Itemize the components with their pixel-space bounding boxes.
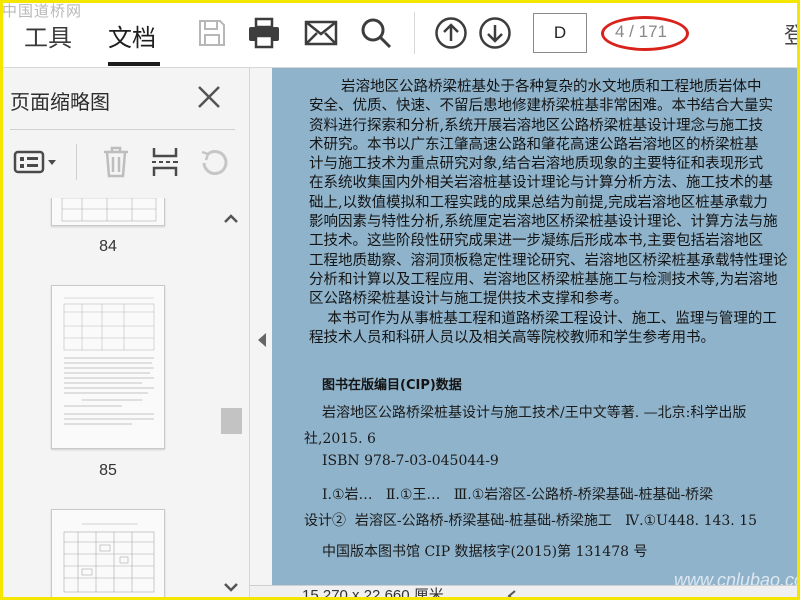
- thumbnail-page-number: 84: [99, 238, 117, 255]
- cip-line: 岩溶地区公路桥梁桩基设计与施工技术/王中文等著. —北京:科学出版: [322, 405, 747, 421]
- text-line: 资料进行探索和分析,系统开展岩溶地区公路桥梁桩基设计理念与施工技: [309, 117, 764, 134]
- arrow-down-icon[interactable]: [477, 15, 513, 51]
- collapse-sidebar-icon[interactable]: [255, 330, 269, 350]
- text-line: 工程地质勘察、溶洞顶板稳定性理论研究、岩溶地区桥梁桩基承载特性理论: [309, 252, 788, 269]
- scroll-down-arrow[interactable]: [222, 578, 240, 596]
- sidebar-scrollbar-thumb[interactable]: [221, 408, 242, 434]
- page-watermark: www.cnlubao.com: [674, 570, 800, 585]
- top-toolbar: 中国道桥网 工具 文档 D 4 / 171 登: [0, 0, 800, 68]
- thumbnail-page-86[interactable]: [51, 509, 165, 600]
- page-number-input[interactable]: D: [533, 13, 587, 53]
- tab-document[interactable]: 文档: [108, 18, 156, 53]
- sidebar-tools-divider: [76, 144, 77, 180]
- cip-line: 设计② 岩溶区-公路桥-桥梁基础-桩基础-桥梁施工 Ⅳ.①U448. 143. …: [304, 513, 758, 529]
- body-paragraph: 岩溶地区公路桥梁桩基处于各种复杂的水文地质和工程地质岩体中 安全、优质、快速、不…: [285, 78, 800, 348]
- insert-page-icon[interactable]: [145, 144, 185, 180]
- text-line: 分析和计算以及工程应用、岩溶地区桥梁桩基施工与检测技术等,为岩溶地: [309, 271, 778, 288]
- delete-icon[interactable]: [96, 144, 136, 180]
- rotate-icon[interactable]: [194, 144, 234, 180]
- thumbnail-sidebar: 页面缩略图 84 85: [0, 68, 250, 600]
- text-line: 本书可作为从事桩基工程和道路桥梁工程设计、施工、监理与管理的工: [309, 310, 777, 327]
- active-tab-indicator: [108, 62, 160, 66]
- toolbar-divider: [414, 12, 415, 54]
- text-line: 程技术人员和科研人员以及相关高等院校教师和学生参考用书。: [309, 329, 715, 346]
- cip-line: 社,2015. 6: [304, 431, 376, 447]
- text-line: 岩溶地区公路桥梁桩基处于各种复杂的水文地质和工程地质岩体中: [341, 79, 762, 95]
- document-page: 岩溶地区公路桥梁桩基处于各种复杂的水文地质和工程地质岩体中 安全、优质、快速、不…: [272, 68, 800, 585]
- mail-icon[interactable]: [303, 15, 339, 51]
- cip-line: Ⅰ.①岩… Ⅱ.①王… Ⅲ.①岩溶区-公路桥-桥梁基础-桩基础-桥梁: [322, 487, 714, 503]
- sidebar-divider: [10, 129, 235, 130]
- print-icon[interactable]: [246, 15, 282, 51]
- close-icon[interactable]: [194, 82, 224, 112]
- save-icon[interactable]: [194, 15, 230, 51]
- text-line: 计与施工技术为重点研究对象,结合岩溶地质现象的主要特征和表现形式: [309, 156, 764, 173]
- highlight-ellipse: [601, 16, 689, 51]
- text-line: 工技术。这些阶段性研究成果进一步凝练后形成本书,主要包括岩溶地区: [309, 233, 764, 250]
- cip-line: 中国版本图书馆 CIP 数据核字(2015)第 131478 号: [322, 544, 648, 560]
- text-line: 础上,以数值模拟和工程实践的成果总结为前提,完成岩溶地区桩基承载力: [309, 194, 768, 211]
- thumbnail-page-85[interactable]: [51, 285, 165, 449]
- scroll-left-icon[interactable]: [506, 587, 520, 600]
- page-dimensions: 15.270 x 22.660 厘米: [302, 587, 444, 600]
- text-line: 在系统收集国内外相关岩溶桩基设计理论与计算分析方法、施工技术的基: [309, 175, 773, 192]
- search-icon[interactable]: [358, 15, 394, 51]
- sidebar-title: 页面缩略图: [10, 90, 110, 114]
- text-line: 术研究。本书以广东江肇高速公路和肇花高速公路岩溶地区的桥梁桩基: [309, 136, 759, 153]
- text-line: 安全、优质、快速、不留后患地修建桥梁桩基非常困难。本书结合大量实: [309, 98, 773, 115]
- cip-line: ISBN 978-7-03-045044-9: [322, 453, 499, 469]
- status-bar: 15.270 x 22.660 厘米: [250, 585, 800, 600]
- thumbnail-list[interactable]: 84 85: [0, 198, 245, 600]
- thumbnail-page-number: 85: [99, 462, 117, 479]
- cip-heading: 图书在版编目(CIP)数据: [322, 378, 462, 393]
- scroll-up-arrow[interactable]: [222, 210, 240, 228]
- tab-tools[interactable]: 工具: [24, 18, 72, 53]
- text-line: 区公路桥梁桩基设计与施工提供技术支撑和参考。: [309, 291, 628, 308]
- sign-in-link[interactable]: 登: [784, 18, 800, 50]
- arrow-up-icon[interactable]: [433, 15, 469, 51]
- thumbnail-options-icon[interactable]: [12, 144, 60, 180]
- thumbnail-page-84[interactable]: [51, 198, 165, 226]
- text-line: 影响因素与特性分析,系统厘定岩溶地区桥梁桩基设计理论、计算方法与施: [309, 214, 778, 231]
